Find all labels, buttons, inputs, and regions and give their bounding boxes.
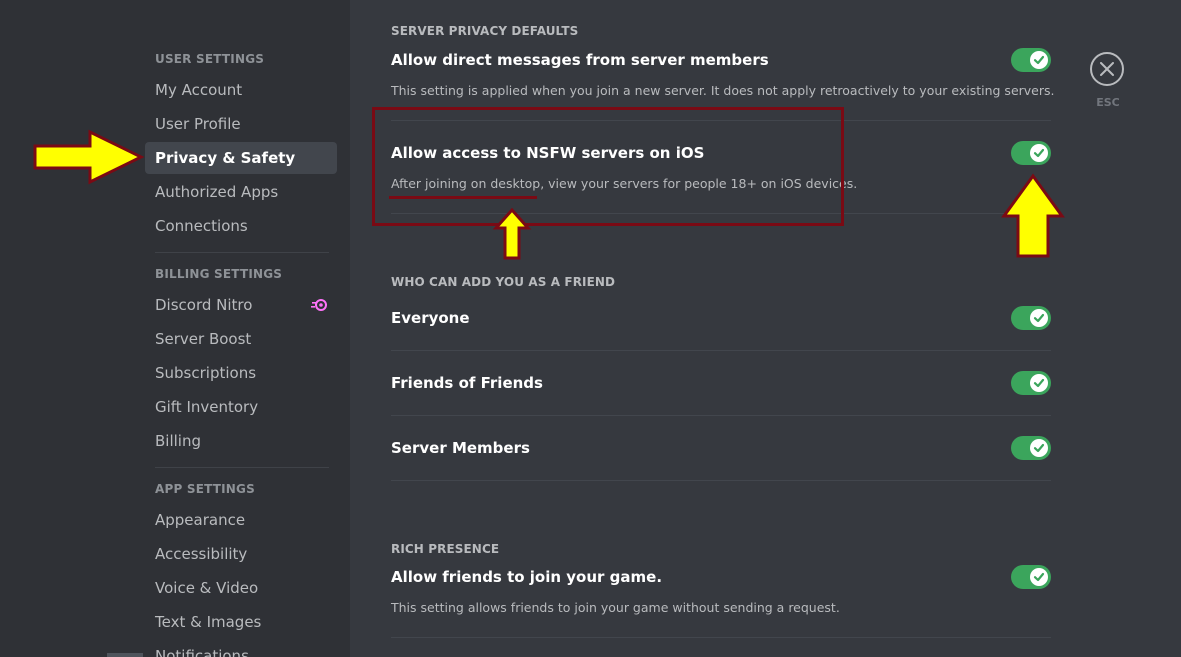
annotation-overlay — [33, 129, 1065, 260]
settings-window: USER SETTINGS My Account User Profile Pr… — [0, 0, 1181, 657]
arrow-up-icon — [492, 207, 532, 260]
arrow-right-icon — [33, 129, 145, 185]
scroll-indicator — [107, 653, 143, 657]
arrow-up-icon — [1001, 173, 1065, 258]
